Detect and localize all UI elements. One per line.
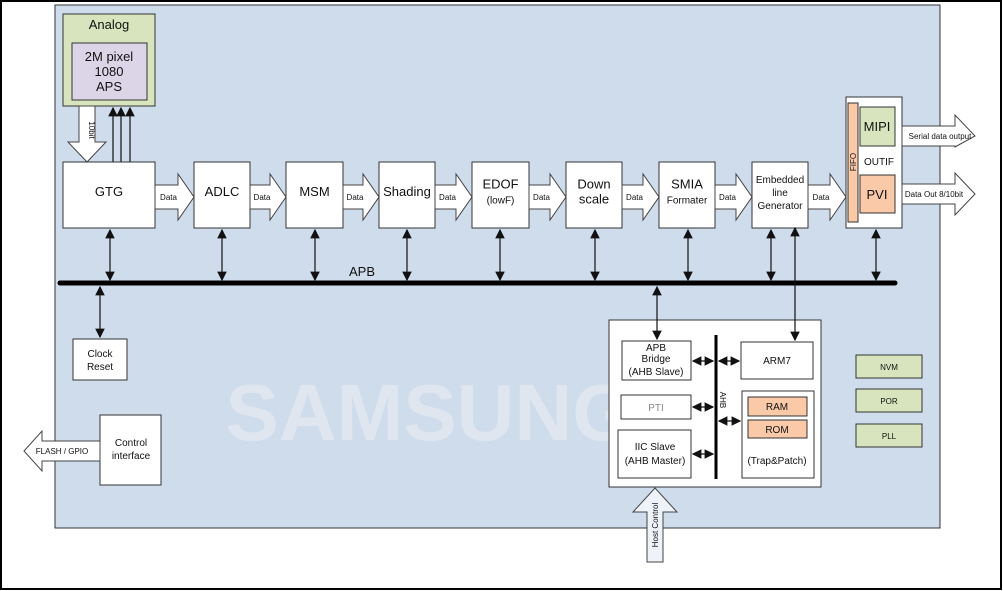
svg-text:POR: POR	[880, 397, 898, 406]
svg-text:Analog: Analog	[89, 17, 129, 32]
svg-text:FIFO: FIFO	[849, 153, 858, 171]
svg-text:scale: scale	[579, 192, 609, 207]
svg-text:(Trap&Patch): (Trap&Patch)	[747, 456, 806, 467]
svg-text:APB: APB	[646, 343, 666, 354]
host-control-label: Host Control	[651, 503, 660, 548]
pll-block: PLL	[855, 423, 923, 448]
svg-text:Clock: Clock	[87, 349, 113, 360]
svg-text:(AHB Master): (AHB Master)	[625, 456, 686, 467]
adlc-block: ADLC	[193, 161, 251, 229]
clock-reset-block: Clock Reset	[72, 338, 128, 381]
svg-text:Embedded: Embedded	[756, 175, 804, 186]
svg-text:MIPI: MIPI	[864, 119, 891, 134]
svg-text:MSM: MSM	[299, 184, 329, 199]
svg-text:AHB: AHB	[718, 392, 727, 408]
cpu-subsystem: APB Bridge (AHB Slave) ARM7 PTI IIC Slav…	[608, 319, 822, 488]
svg-text:Down: Down	[577, 177, 610, 192]
svg-text:1080: 1080	[95, 64, 124, 79]
data-label: Data	[254, 193, 271, 202]
svg-text:SMIA: SMIA	[671, 177, 703, 192]
svg-text:ARM7: ARM7	[763, 356, 791, 367]
data-label: Data	[439, 193, 456, 202]
outif-block: FIFO MIPI OUTIF PVI	[845, 96, 903, 229]
analog-block: Analog 2M pixel 1080 APS	[62, 13, 156, 107]
serial-output-label: Serial data output	[909, 132, 972, 141]
apb-label: APB	[349, 264, 375, 279]
data-label: Data	[719, 193, 736, 202]
data-label: Data	[813, 193, 830, 202]
svg-text:Reset: Reset	[87, 362, 113, 373]
control-interface-block: Control interface	[99, 414, 162, 486]
svg-text:IIC Slave: IIC Slave	[635, 442, 676, 453]
svg-text:Shading: Shading	[383, 184, 431, 199]
svg-text:APS: APS	[96, 79, 122, 94]
svg-text:PVI: PVI	[867, 187, 888, 202]
data-label: Data	[533, 193, 550, 202]
gtg-block: GTG	[62, 161, 156, 229]
svg-text:OUTIF: OUTIF	[864, 157, 894, 168]
svg-text:GTG: GTG	[95, 184, 123, 199]
svg-text:Control: Control	[115, 438, 147, 449]
svg-text:PLL: PLL	[882, 432, 897, 441]
watermark: SAMSUNG	[226, 368, 635, 457]
svg-text:Bridge: Bridge	[642, 354, 671, 365]
svg-text:PTI: PTI	[648, 403, 664, 414]
svg-text:interface: interface	[112, 451, 151, 462]
svg-text:line: line	[772, 188, 788, 199]
smia-block: SMIA Formater	[658, 161, 716, 229]
parallel-output-label: Data Out 8/10bit	[905, 190, 964, 199]
svg-text:(lowF): (lowF)	[487, 196, 515, 207]
embedded-block: Embedded line Generator	[751, 161, 809, 229]
shading-block: Shading	[378, 161, 436, 229]
iic-slave	[617, 429, 692, 479]
svg-text:ROM: ROM	[765, 425, 788, 436]
sensor-block-diagram: SAMSUNG Analog 2M pixel 1080 APS 10bit G…	[0, 0, 1002, 590]
svg-text:RAM: RAM	[766, 402, 788, 413]
por-block: POR	[855, 388, 923, 413]
svg-text:Formater: Formater	[667, 196, 708, 207]
data-label: Data	[347, 193, 364, 202]
downscale-block: Downscale	[565, 161, 623, 229]
svg-text:NVM: NVM	[880, 363, 898, 372]
svg-text:EDOF: EDOF	[482, 177, 518, 192]
data-label: Data	[626, 193, 643, 202]
10bit-label: 10bit	[87, 121, 96, 139]
svg-text:(AHB Slave): (AHB Slave)	[628, 367, 683, 378]
svg-text:2M pixel: 2M pixel	[85, 49, 134, 64]
svg-text:Generator: Generator	[757, 201, 803, 212]
svg-text:ADLC: ADLC	[205, 184, 240, 199]
nvm-block: NVM	[855, 354, 923, 379]
edof-block: EDOF (lowF)	[471, 161, 530, 229]
flash-gpio-label: FLASH / GPIO	[36, 447, 88, 456]
data-label: Data	[160, 193, 177, 202]
msm-block: MSM	[285, 161, 344, 229]
